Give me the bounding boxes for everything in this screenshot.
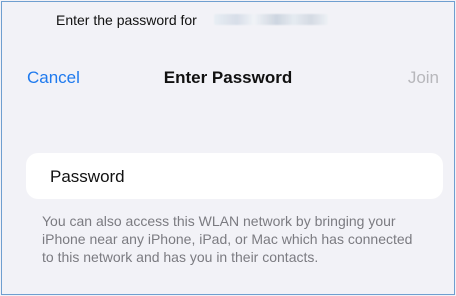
join-button[interactable]: Join [408,68,439,88]
navigation-bar: Cancel Enter Password Join [2,60,454,92]
password-field-card [26,153,443,199]
password-sheet: Enter the password for Cancel Enter Pass… [1,1,455,295]
password-input[interactable] [50,165,410,189]
network-prompt: Enter the password for [2,2,454,38]
redacted-network-name [214,14,328,25]
prompt-text: Enter the password for [56,12,197,28]
network-help-text: You can also access this WLAN network by… [42,213,413,265]
page-title: Enter Password [163,68,293,87]
